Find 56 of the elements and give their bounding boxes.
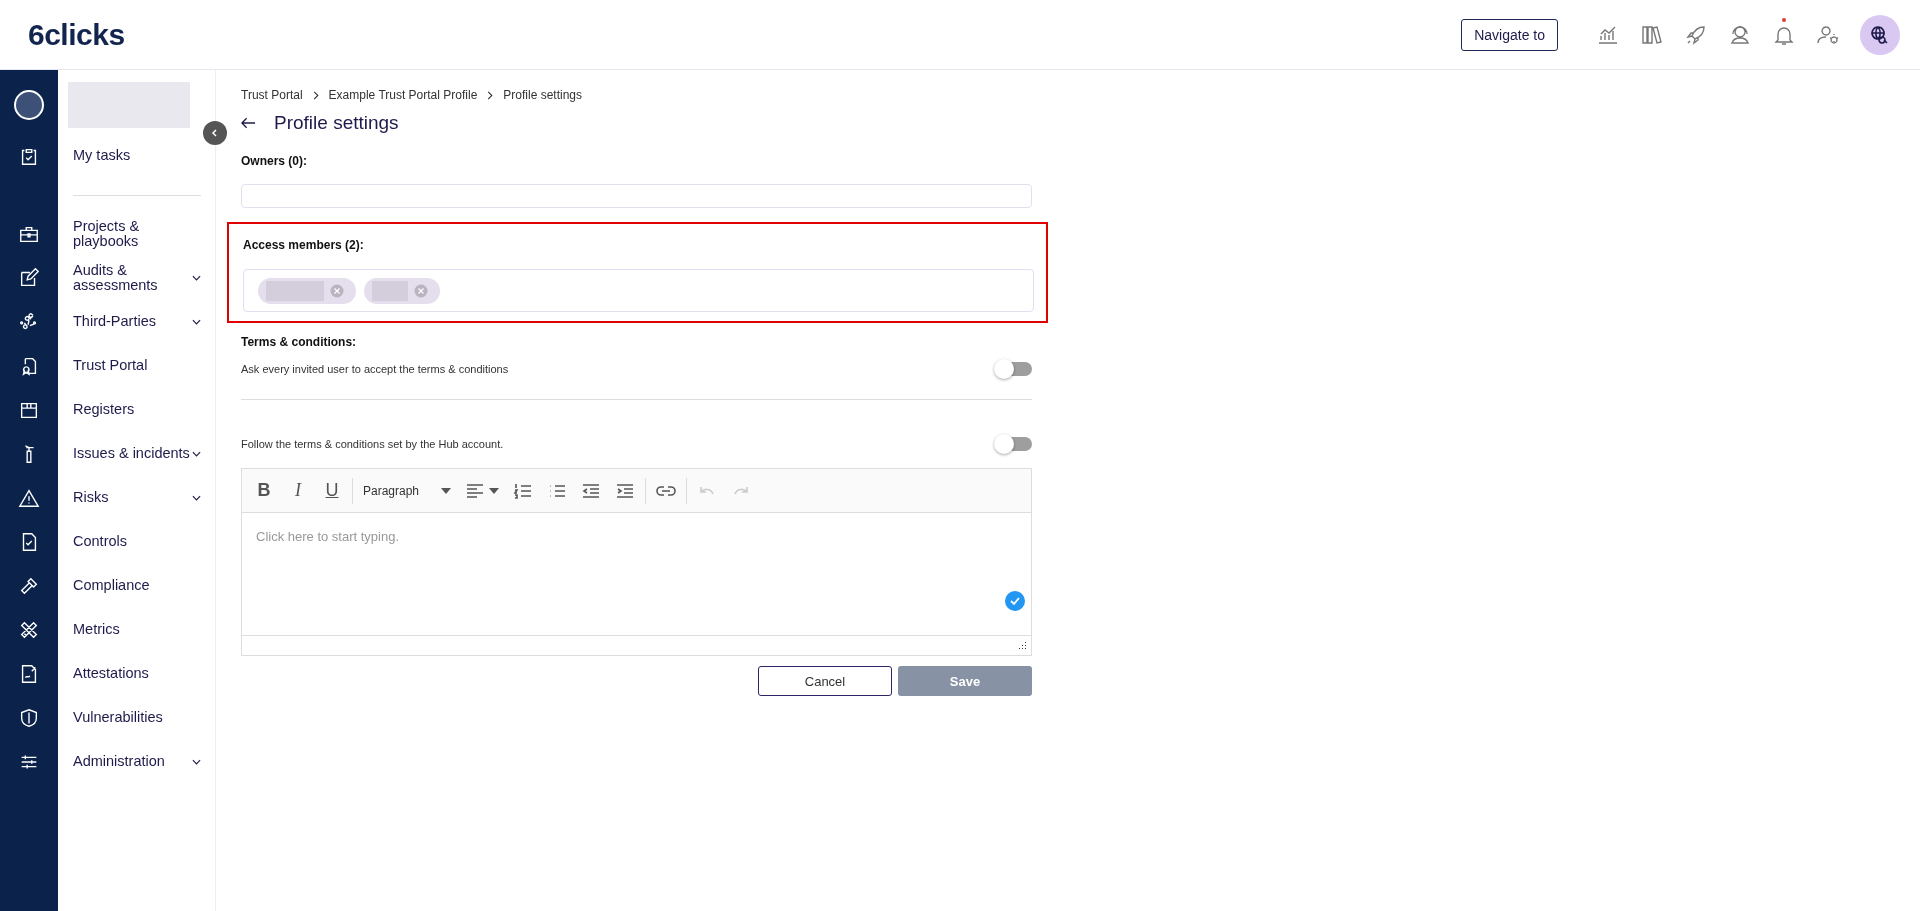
- resize-handle-icon[interactable]: [1017, 640, 1027, 651]
- toggle-switch[interactable]: [996, 362, 1032, 376]
- caret-icon: [489, 487, 499, 494]
- sidebar-item[interactable]: Projects & playbooks: [73, 218, 201, 250]
- sidebar-item[interactable]: Controls: [73, 534, 127, 550]
- sidebar-item[interactable]: Issues & incidents: [73, 446, 190, 462]
- cancel-button[interactable]: Cancel: [758, 666, 892, 696]
- block-format-dropdown[interactable]: Paragraph: [359, 476, 455, 505]
- nav-icon[interactable]: [18, 707, 40, 729]
- chevron-down-icon[interactable]: [192, 495, 201, 501]
- sidebar-item[interactable]: Audits & assessments: [73, 262, 192, 294]
- check-circle-icon[interactable]: [1005, 591, 1025, 611]
- format-button[interactable]: U: [318, 476, 346, 505]
- sidebar-item[interactable]: My tasks: [73, 148, 131, 164]
- page-title: Profile settings: [274, 112, 399, 134]
- breadcrumb-link[interactable]: Trust Portal: [241, 88, 303, 102]
- chevron-down-icon[interactable]: [192, 451, 201, 457]
- sidebar-item[interactable]: Metrics: [73, 622, 120, 638]
- nav-icon[interactable]: [18, 487, 40, 509]
- format-button[interactable]: B: [250, 476, 278, 505]
- logo[interactable]: 6clicks: [28, 17, 125, 52]
- back-arrow-icon[interactable]: [241, 117, 256, 129]
- format-button[interactable]: I: [284, 476, 312, 505]
- toggle-switch[interactable]: [996, 437, 1032, 451]
- toggle-label: Follow the terms & conditions set by the Hub account.: [241, 438, 504, 450]
- user-avatar[interactable]: [14, 90, 44, 120]
- breadcrumb-link[interactable]: Example Trust Portal Profile: [328, 88, 478, 102]
- align-left-icon: [465, 482, 485, 499]
- sidebar-item[interactable]: Registers: [73, 402, 135, 418]
- nav-icon[interactable]: [18, 267, 40, 289]
- chevron-right-icon: [487, 90, 494, 100]
- chevron-left-icon: [210, 128, 220, 138]
- sidebar-item[interactable]: Risks: [73, 490, 109, 506]
- chevron-down-icon[interactable]: [192, 319, 201, 325]
- field-label: Access members (2):: [243, 238, 364, 252]
- sidebar-item[interactable]: Vulnerabilities: [73, 710, 163, 726]
- toggle-label: Ask every invited user to accept the terms & conditions: [241, 363, 509, 375]
- collapse-button[interactable]: [203, 121, 227, 145]
- field-label: Owners (0):: [241, 154, 308, 168]
- nav-icon[interactable]: [18, 619, 40, 641]
- chevron-right-icon: [312, 90, 319, 100]
- sidebar-item[interactable]: Third-Parties: [73, 314, 156, 330]
- globe-search-icon[interactable]: [1860, 14, 1900, 55]
- sidebar-item[interactable]: Administration: [73, 754, 165, 770]
- caret-icon: [441, 487, 451, 494]
- breadcrumb-link[interactable]: Profile settings: [503, 88, 582, 102]
- chevron-down-icon[interactable]: [192, 759, 201, 765]
- editor-placeholder: Click here to start typing.: [256, 529, 400, 544]
- sidebar-item[interactable]: Compliance: [73, 578, 150, 594]
- navigate-button[interactable]: Navigate to: [1461, 18, 1558, 51]
- sidebar-item[interactable]: Attestations: [73, 666, 149, 682]
- chevron-down-icon[interactable]: [192, 275, 201, 281]
- nav-icon[interactable]: [18, 575, 40, 597]
- field-label: Terms & conditions:: [241, 335, 358, 349]
- owners-field[interactable]: [241, 184, 1032, 208]
- sidebar-item[interactable]: Trust Portal: [73, 358, 148, 374]
